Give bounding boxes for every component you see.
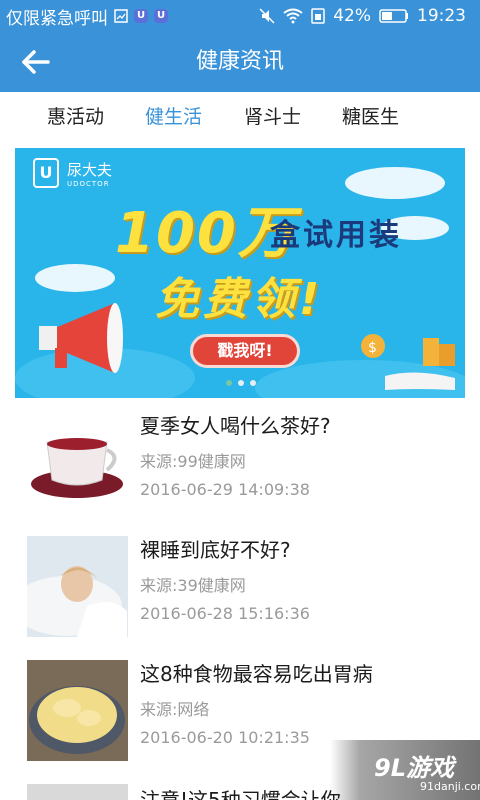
- clock: 19:23: [417, 6, 466, 26]
- tab-diabetes[interactable]: 糖医生: [342, 92, 399, 142]
- news-item[interactable]: 裸睡到底好不好? 来源:39健康网 2016-06-28 15:16:36: [0, 524, 480, 648]
- news-thumbnail: [27, 412, 128, 513]
- app-badge-icon: U: [134, 9, 148, 23]
- brand-name-en: UDOCTOR: [67, 179, 110, 188]
- brand-name: 尿大夫: [67, 160, 113, 179]
- status-bar: 仅限紧急呼叫 U U 42% 19:23: [0, 0, 480, 32]
- carousel-dot[interactable]: [250, 380, 256, 386]
- carrier-text: 仅限紧急呼叫: [6, 8, 108, 29]
- battery-percent: 42%: [333, 6, 371, 26]
- news-thumbnail: [27, 660, 128, 761]
- tab-promotions[interactable]: 惠活动: [47, 92, 104, 142]
- category-tabs: 惠活动 健生活 肾斗士 糖医生: [0, 92, 480, 142]
- svg-text:$: $: [368, 340, 377, 356]
- mute-icon: [259, 8, 275, 24]
- news-item[interactable]: 夏季女人喝什么茶好? 来源:99健康网 2016-06-29 14:09:38: [0, 400, 480, 524]
- back-arrow-icon[interactable]: [18, 44, 54, 80]
- news-title: 注意!这5种习惯会让你: [140, 788, 341, 800]
- news-thumbnail: [27, 536, 128, 637]
- news-date: 2016-06-28 15:16:36: [140, 604, 310, 623]
- news-source: 来源:网络: [140, 700, 210, 719]
- coin-icon: $: [361, 334, 455, 390]
- carousel-indicator: [226, 380, 256, 386]
- megaphone-icon: [39, 303, 123, 373]
- brand-logo: U 尿大夫 UDOCTOR: [33, 158, 112, 188]
- brand-logo-mark: U: [33, 158, 59, 188]
- carousel-dot[interactable]: [226, 380, 232, 386]
- watermark-site: 91danji.com: [420, 780, 480, 793]
- promo-banner[interactable]: $ U 尿大夫 UDOCTOR 100万 盒试用装 免费领! 戳我呀!: [15, 148, 465, 398]
- news-source: 来源:39健康网: [140, 576, 246, 595]
- tab-healthy-living[interactable]: 健生活: [145, 92, 202, 142]
- page-title: 健康资讯: [195, 49, 284, 74]
- banner-subtitle: 盒试用装: [270, 218, 402, 253]
- news-thumbnail: [27, 784, 128, 800]
- app-badge-icon: U: [154, 9, 168, 23]
- banner-cta-button[interactable]: 戳我呀!: [190, 334, 300, 368]
- watermark-logo: 9L游戏: [374, 754, 454, 782]
- news-date: 2016-06-20 10:21:35: [140, 728, 310, 747]
- news-date: 2016-06-29 14:09:38: [140, 480, 310, 499]
- news-title: 裸睡到底好不好?: [140, 538, 291, 562]
- tab-kidney[interactable]: 肾斗士: [244, 92, 301, 142]
- sim-icon: [311, 8, 325, 24]
- image-icon: [114, 9, 128, 23]
- banner-headline: 100万: [115, 201, 296, 266]
- app-header: 健康资讯: [0, 32, 480, 92]
- news-title: 这8种食物最容易吃出胃病: [140, 662, 373, 686]
- carousel-dot[interactable]: [238, 380, 244, 386]
- wifi-icon: [283, 8, 303, 24]
- battery-icon: [379, 9, 408, 23]
- news-title: 夏季女人喝什么茶好?: [140, 414, 331, 438]
- banner-free-text: 免费领!: [155, 274, 324, 325]
- news-source: 来源:99健康网: [140, 452, 246, 471]
- watermark: 9L游戏 91danji.com: [330, 740, 480, 800]
